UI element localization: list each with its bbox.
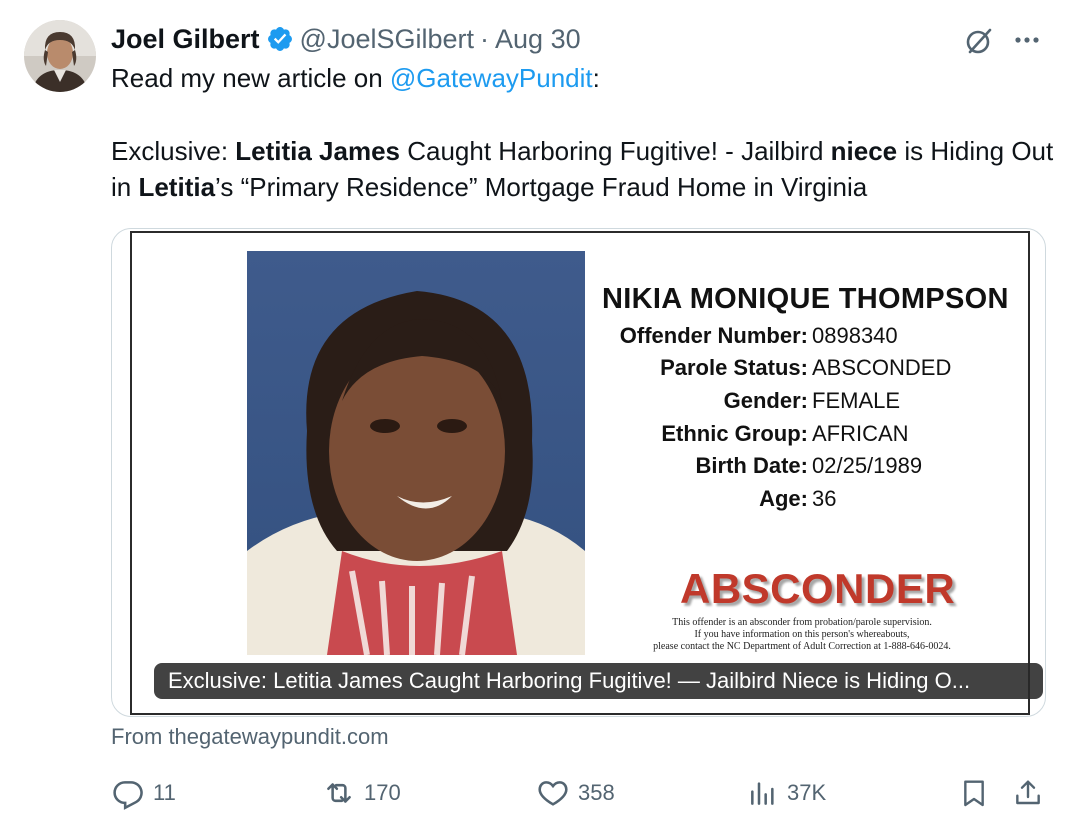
field-label: Offender Number: <box>619 323 808 348</box>
offender-name: NIKIA MONIQUE THOMPSON <box>602 283 1009 315</box>
retweet-button[interactable]: 170 <box>322 776 401 810</box>
field-value: FEMALE <box>812 388 901 413</box>
intro-colon: : <box>592 63 600 93</box>
tweet-header: Joel Gilbert @JoelSGilbert · Aug 30 <box>111 22 581 56</box>
views-count: 37K <box>787 780 827 805</box>
like-count: 358 <box>578 780 615 805</box>
share-button[interactable] <box>1012 776 1044 810</box>
card-image: NIKIA MONIQUE THOMPSON Offender Number: 0… <box>130 231 1043 715</box>
field-label: Gender: <box>723 388 808 413</box>
more-icon[interactable] <box>1012 25 1042 55</box>
field-value: 36 <box>812 486 837 511</box>
share-icon <box>1012 776 1044 810</box>
field-value: ABSCONDED <box>812 355 952 380</box>
field-label: Ethnic Group: <box>661 421 808 446</box>
absconder-notice: This offender is an absconder from proba… <box>602 617 1002 653</box>
field-value: 0898340 <box>812 323 898 348</box>
bookmark-button[interactable] <box>958 776 990 810</box>
card-caption[interactable]: Exclusive: Letitia James Caught Harborin… <box>154 663 1043 699</box>
reply-button[interactable]: 11 <box>111 776 176 810</box>
headline-bold: Letitia <box>138 172 216 202</box>
field-value: 02/25/1989 <box>812 453 923 478</box>
tweet-headline: Exclusive: Letitia James Caught Harborin… <box>111 133 1061 205</box>
notice-line: please contact the NC Department of Adul… <box>653 641 951 652</box>
bookmark-icon <box>958 776 990 810</box>
views-icon <box>747 777 779 809</box>
headline-bold: Letitia James <box>235 136 401 166</box>
absconder-stamp: ABSCONDER <box>680 565 956 612</box>
like-icon <box>536 776 570 810</box>
mention-link[interactable]: @GatewayPundit <box>390 63 593 93</box>
field-value: AFRICAN <box>812 421 909 446</box>
tweet-date[interactable]: Aug 30 <box>495 24 581 55</box>
headline-part: Exclusive: <box>111 136 236 166</box>
field-label: Age: <box>759 486 808 511</box>
views-button[interactable]: 37K <box>747 776 826 810</box>
headline-bold: niece <box>830 136 898 166</box>
headline-part: ’s “Primary Residence” Mortgage Fraud Ho… <box>215 172 868 202</box>
notice-line: This offender is an absconder from proba… <box>672 617 932 628</box>
tweet-intro: Read my new article on @GatewayPundit: <box>111 60 1061 96</box>
offender-info: NIKIA MONIQUE THOMPSON Offender Number: 0… <box>602 283 1022 652</box>
card-source[interactable]: From thegatewaypundit.com <box>111 724 389 750</box>
retweet-count: 170 <box>364 780 401 805</box>
reply-icon <box>111 776 145 810</box>
field-label: Parole Status: <box>660 355 808 380</box>
author-name[interactable]: Joel Gilbert <box>111 24 260 55</box>
reply-count: 11 <box>153 780 176 805</box>
retweet-icon <box>322 776 356 810</box>
notice-line: If you have information on this person's… <box>694 629 910 640</box>
headline-part: Caught Harboring Fugitive! - Jailbird <box>400 136 831 166</box>
intro-text: Read my new article on <box>111 63 390 93</box>
field-label: Birth Date: <box>695 453 808 478</box>
separator-dot: · <box>480 23 490 54</box>
link-card[interactable]: NIKIA MONIQUE THOMPSON Offender Number: 0… <box>111 228 1046 717</box>
grok-icon[interactable] <box>963 25 995 57</box>
mugshot-photo <box>247 251 585 655</box>
avatar[interactable] <box>24 20 96 92</box>
like-button[interactable]: 358 <box>536 776 615 810</box>
verified-badge-icon[interactable] <box>266 25 294 53</box>
author-handle[interactable]: @JoelSGilbert <box>300 24 474 55</box>
